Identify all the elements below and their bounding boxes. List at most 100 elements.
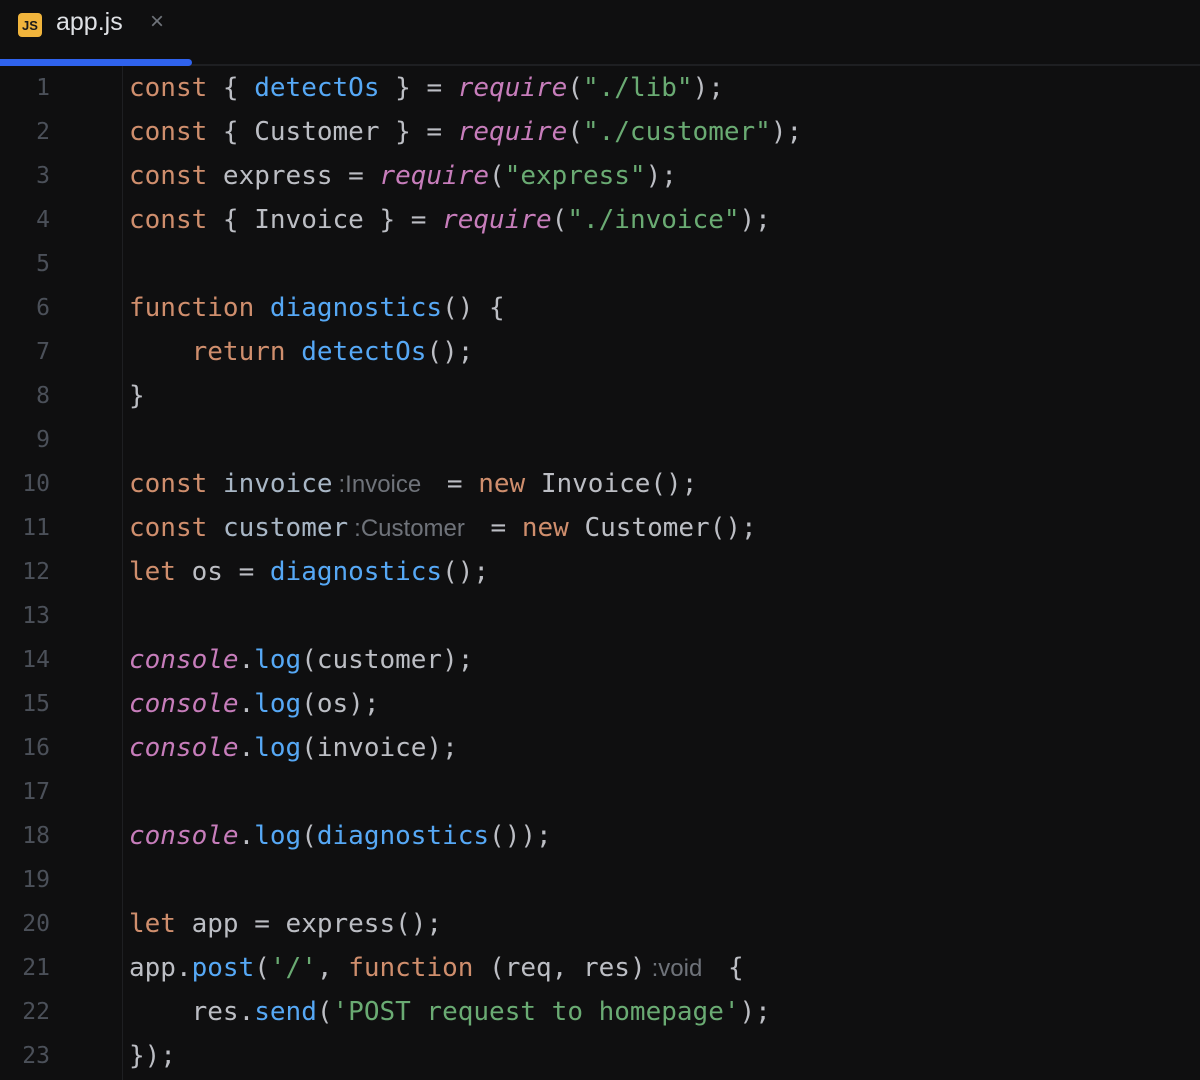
code-line: 6 function diagnostics() {	[0, 286, 1200, 330]
code-text: return detectOs();	[129, 330, 474, 374]
code-token: customer	[222, 513, 349, 543]
code-line: 14 console.log(customer);	[0, 638, 1200, 682]
code-token: send	[254, 997, 317, 1027]
code-text: function diagnostics() {	[129, 286, 505, 330]
code-token: {	[712, 953, 744, 983]
code-token: (	[316, 997, 333, 1027]
line-number: 19	[22, 867, 50, 893]
line-number: 11	[22, 515, 50, 541]
code-token: post	[191, 953, 255, 983]
code-text: res.send('POST request to homepage');	[129, 990, 771, 1034]
line-number: 21	[22, 955, 50, 981]
code-line: 21 app.post('/', function (req, res):void…	[0, 946, 1200, 990]
line-number: 20	[22, 911, 50, 937]
code-token: );	[770, 117, 803, 147]
code-line: 3 const express = require("express");	[0, 154, 1200, 198]
code-token: let	[129, 557, 176, 587]
line-number: 6	[36, 295, 50, 321]
code-token: .	[238, 821, 255, 851]
close-tab-icon[interactable]: ×	[150, 8, 164, 36]
code-token: Customer();	[568, 513, 757, 543]
code-token: res.	[129, 997, 255, 1027]
code-token: {	[207, 73, 255, 103]
code-token: const	[129, 469, 208, 499]
code-text: let app = express();	[129, 902, 442, 946]
code-token: "./customer"	[582, 117, 771, 147]
code-token: (os);	[301, 689, 380, 719]
code-token: function	[348, 953, 474, 983]
code-text: console.log(invoice);	[129, 726, 458, 770]
code-text: console.log(customer);	[129, 638, 473, 682]
code-text: });	[129, 1034, 176, 1078]
code-line: 18 console.log(diagnostics());	[0, 814, 1200, 858]
code-token: =	[431, 469, 479, 499]
code-line: 17	[0, 770, 1200, 814]
line-number: 14	[22, 647, 50, 673]
code-token: app.	[129, 953, 192, 983]
line-number: 3	[36, 163, 50, 189]
code-text: const customer:Customer = new Customer()…	[129, 506, 757, 551]
code-token: );	[739, 205, 771, 235]
code-token: () {	[442, 293, 505, 323]
line-number: 15	[22, 691, 50, 717]
code-token: { Invoice } =	[207, 205, 443, 235]
code-line: 19	[0, 858, 1200, 902]
line-number: 12	[22, 559, 50, 585]
code-token: .	[238, 689, 255, 719]
code-token: const	[129, 205, 208, 235]
code-line: 12 let os = diagnostics();	[0, 550, 1200, 594]
code-token: (	[567, 73, 583, 103]
code-line: 23});	[0, 1034, 1200, 1078]
line-number: 7	[36, 339, 50, 365]
code-token: detectOs	[301, 337, 427, 367]
code-token: ();	[426, 337, 474, 367]
code-line: 15 console.log(os);	[0, 682, 1200, 726]
code-token: require	[457, 117, 568, 147]
code-token: );	[739, 997, 771, 1027]
code-token: ());	[489, 821, 552, 851]
code-token: diagnostics	[316, 821, 490, 851]
line-number: 1	[36, 75, 50, 101]
code-token: console	[129, 645, 239, 675]
code-token: return	[191, 337, 286, 367]
code-line: 11 const customer:Customer = new Customer…	[0, 506, 1200, 550]
code-token: 'POST request to homepage'	[332, 997, 740, 1027]
code-line: 20 let app = express();	[0, 902, 1200, 946]
code-token: (	[489, 161, 505, 191]
code-token: const	[129, 73, 208, 103]
code-token: "./invoice"	[567, 205, 740, 235]
code-text: const { Invoice } = require("./invoice")…	[129, 198, 771, 242]
code-token: diagnostics	[269, 557, 443, 587]
code-token: });	[129, 1041, 176, 1071]
line-number: 22	[22, 999, 50, 1025]
code-token: os =	[175, 557, 270, 587]
code-token: (	[301, 821, 317, 851]
code-token: const	[129, 513, 208, 543]
line-number: 9	[36, 427, 50, 453]
code-token: app = express();	[175, 909, 443, 939]
code-token: new	[521, 513, 569, 543]
editor-tab-bar: JS app.js ×	[0, 0, 1200, 66]
code-token: require	[457, 73, 568, 103]
code-token: require	[442, 205, 552, 235]
code-token: .	[238, 733, 255, 763]
code-token: ,	[316, 953, 349, 983]
line-number: 18	[22, 823, 50, 849]
code-token: { Customer } =	[207, 117, 458, 147]
code-token: log	[254, 645, 302, 675]
code-text: const { Customer } = require("./customer…	[129, 110, 802, 154]
code-token: const	[129, 161, 208, 191]
code-token: (req, res)	[473, 953, 646, 983]
code-text: const { detectOs } = require("./lib");	[129, 66, 724, 110]
code-token: }	[129, 381, 145, 411]
code-editor[interactable]: 1 const { detectOs } = require("./lib"); 2…	[0, 66, 1200, 1078]
line-number: 10	[22, 471, 50, 497]
active-tab-indicator	[0, 59, 192, 66]
code-token: console	[129, 733, 239, 763]
tab-app-js[interactable]: JS app.js ×	[0, 0, 192, 66]
code-token: '/'	[269, 953, 317, 983]
code-text: }	[129, 374, 145, 418]
